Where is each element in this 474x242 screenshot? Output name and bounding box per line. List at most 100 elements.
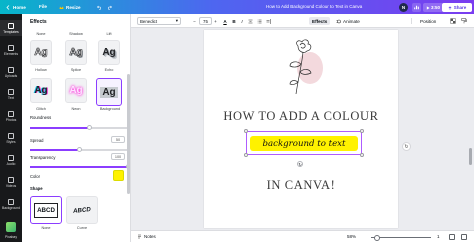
copy-style-button[interactable] <box>461 17 467 25</box>
rail-label: Uploads <box>4 73 18 78</box>
shape-tile-curve[interactable]: ABCD <box>66 196 98 224</box>
resize-handle[interactable] <box>244 129 248 133</box>
rail-item-text[interactable]: Text <box>0 86 22 102</box>
undo-icon <box>96 4 102 10</box>
home-button[interactable]: Home <box>5 4 26 10</box>
rail-item-uploads[interactable]: Uploads <box>0 64 22 80</box>
spread-value-input[interactable]: 50 <box>111 136 125 143</box>
font-family-select[interactable]: Benedict ▾ <box>137 17 181 25</box>
resize-handle[interactable] <box>360 129 364 133</box>
highlighted-text[interactable]: background to text <box>250 136 358 151</box>
notes-button[interactable]: Notes <box>137 234 156 239</box>
shape-tile-none[interactable]: ABCD <box>30 196 62 224</box>
spacing-button[interactable] <box>265 17 271 25</box>
resize-handle[interactable] <box>244 153 248 157</box>
share-icon <box>448 5 452 10</box>
shape-sample: ABCD <box>72 205 92 215</box>
effect-tile-echo[interactable]: Ag <box>98 40 120 65</box>
resize-button[interactable]: Resize <box>58 4 81 10</box>
file-menu[interactable]: File <box>39 4 47 9</box>
shape-label-curve: Curve <box>76 226 88 230</box>
increase-font-button[interactable]: + <box>213 17 218 25</box>
top-bar: Home File Resize How to Add Background C… <box>0 0 474 14</box>
color-swatch[interactable] <box>113 170 124 181</box>
heading-line-1[interactable]: HOW TO ADD A COLOUR <box>204 109 398 124</box>
transparency-button[interactable] <box>450 17 456 25</box>
align-button[interactable] <box>247 17 253 25</box>
decrease-font-button[interactable]: − <box>192 17 197 25</box>
animate-label: Animate <box>343 18 360 24</box>
canvas-scrollbar[interactable] <box>469 148 472 165</box>
text-color-button[interactable]: A <box>222 17 228 25</box>
color-label: Color <box>30 174 41 179</box>
transparency-slider[interactable] <box>30 164 130 169</box>
transparency-slider-fill <box>30 166 128 168</box>
position-button[interactable]: Position <box>420 17 436 25</box>
present-button[interactable]: 3:50 <box>423 3 444 12</box>
design-page[interactable]: HOW TO ADD A COLOUR background to text ↻… <box>204 30 398 228</box>
paint-roller-icon <box>461 18 467 24</box>
document-title[interactable]: How to Add Background Colour to Text in … <box>266 4 362 9</box>
effect-label-splice: Splice <box>70 68 82 72</box>
roundness-slider-thumb[interactable] <box>86 125 92 130</box>
rail-item-photos[interactable]: Photos <box>0 108 22 124</box>
effect-tile-background[interactable]: Ag <box>96 78 122 106</box>
rail-item-videos[interactable]: Videos <box>0 174 22 190</box>
elements-icon <box>8 44 14 51</box>
share-button[interactable]: Share <box>442 3 472 12</box>
rose-illustration[interactable] <box>284 38 326 98</box>
rail-item-audio[interactable]: Audio <box>0 152 22 168</box>
fullscreen-icon[interactable] <box>461 234 467 240</box>
rail-item-templates[interactable]: Templates <box>0 20 22 36</box>
spread-slider[interactable] <box>30 147 128 152</box>
undo-button[interactable] <box>96 4 102 10</box>
panel-scrollbar[interactable] <box>127 74 130 194</box>
heading-line-3[interactable]: IN CANVA! <box>204 178 398 193</box>
page-indicator[interactable]: 1 <box>437 234 440 239</box>
videos-icon <box>8 176 14 183</box>
zoom-slider-thumb[interactable] <box>374 234 380 241</box>
rail-label: Templates <box>3 29 19 34</box>
play-icon <box>426 5 430 10</box>
editor-toolbar: Benedict ▾ − 75 + A B I Effects Animate … <box>131 14 474 28</box>
bold-button[interactable]: B <box>231 17 237 25</box>
resize-handle[interactable] <box>360 153 364 157</box>
pixabay-app-icon[interactable] <box>6 222 16 232</box>
effect-tile-glitch[interactable]: Ag <box>30 78 52 103</box>
rotate-handle[interactable]: ↻ <box>297 161 303 167</box>
italic-button[interactable]: I <box>239 17 245 25</box>
text-icon <box>8 88 14 95</box>
grid-view-icon[interactable] <box>449 234 455 240</box>
rail-item-background[interactable]: Background <box>0 196 22 212</box>
file-label: File <box>39 4 47 9</box>
effect-tile-splice[interactable]: Ag <box>65 40 87 65</box>
checkerboard-icon <box>450 18 456 24</box>
list-button[interactable] <box>256 17 262 25</box>
effect-label-background: Background <box>99 107 121 111</box>
spread-label: Spread <box>30 138 44 143</box>
transparency-value-input[interactable]: 100 <box>111 153 125 160</box>
side-rail: Templates Elements Uploads Text Photos S… <box>0 14 22 242</box>
effects-button[interactable]: Effects <box>309 17 331 25</box>
avatar[interactable]: N <box>399 3 408 12</box>
templates-icon <box>8 22 14 29</box>
rail-item-styles[interactable]: Styles <box>0 130 22 146</box>
refresh-button[interactable]: ↻ <box>402 142 411 151</box>
spread-slider-fill <box>30 149 79 151</box>
animate-button[interactable]: Animate <box>336 17 360 25</box>
font-size-input[interactable]: 75 <box>199 17 212 25</box>
play-value: 3:50 <box>431 5 441 10</box>
insights-button[interactable] <box>412 3 421 12</box>
zoom-slider[interactable] <box>371 237 431 238</box>
effect-label-none: None <box>36 32 46 36</box>
chevron-down-icon: ▾ <box>175 18 178 23</box>
align-center-icon <box>248 19 252 23</box>
rail-item-elements[interactable]: Elements <box>0 42 22 58</box>
spread-slider-thumb[interactable] <box>76 147 82 152</box>
roundness-slider[interactable] <box>30 125 130 130</box>
roundness-label: Roundness <box>30 115 52 120</box>
effect-tile-hollow[interactable]: Ag <box>30 40 52 65</box>
effect-label-shadow: Shadow <box>69 32 83 36</box>
effect-tile-neon[interactable]: Ag <box>65 78 87 103</box>
redo-button[interactable] <box>106 4 112 10</box>
